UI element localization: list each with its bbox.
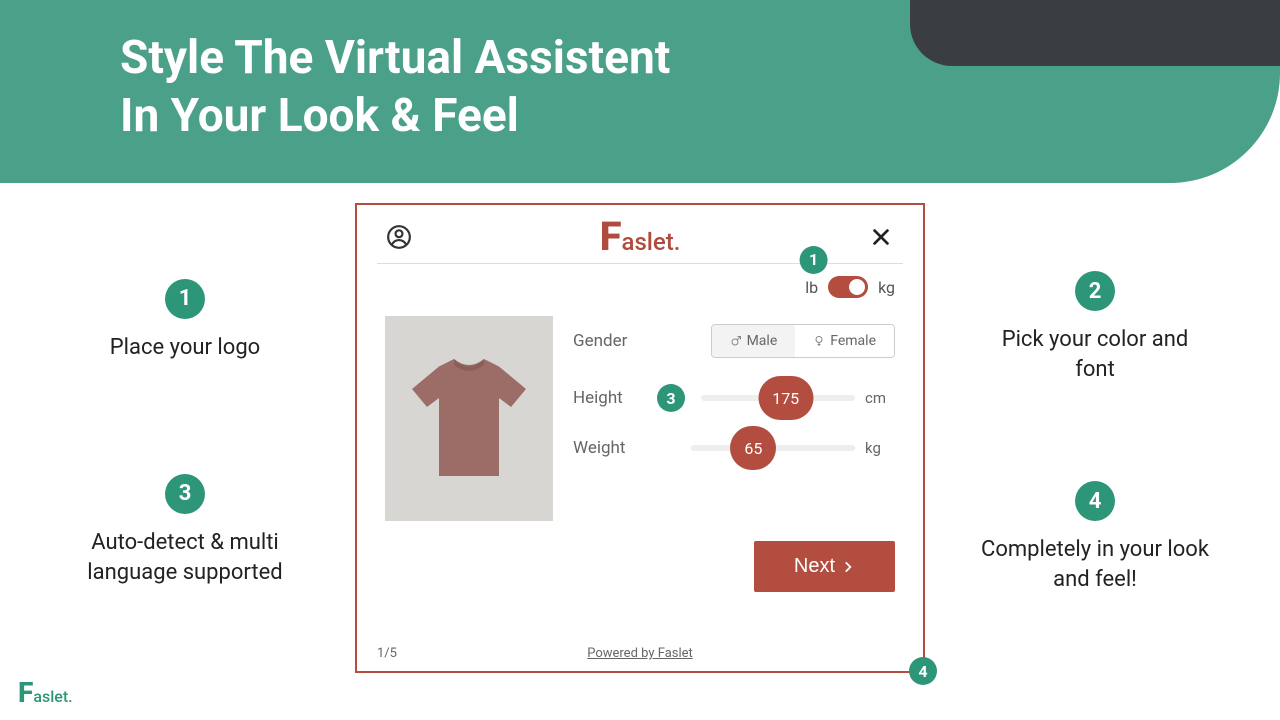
callout-4-text: Completely in your look and feel! — [980, 535, 1210, 594]
powered-by-link[interactable]: Powered by Faslet — [587, 646, 693, 661]
footer-logo-prefix: F — [18, 680, 33, 705]
gender-label: Gender — [573, 331, 643, 351]
unit-kg-label: kg — [878, 278, 895, 297]
product-image — [385, 316, 553, 521]
unit-lb-label: lb — [805, 278, 818, 297]
callout-4-badge: 4 — [1075, 481, 1115, 521]
callout-3: 3 Auto-detect & multi language supported — [70, 474, 300, 587]
weight-slider[interactable]: 65 — [691, 445, 855, 451]
height-row: Height 3 175 cm — [573, 384, 895, 412]
main-row: Gender Male Female — [385, 316, 895, 521]
gender-row: Gender Male Female — [573, 324, 895, 358]
callout-4: 4 Completely in your look and feel! — [980, 481, 1210, 594]
male-icon — [730, 335, 742, 347]
left-callouts: 1 Place your logo 3 Auto-detect & multi … — [60, 203, 310, 703]
form-fields: Gender Male Female — [573, 316, 895, 521]
logo-prefix: F — [600, 219, 622, 255]
callout-2: 2 Pick your color and font — [980, 271, 1210, 384]
callout-1: 1 Place your logo — [110, 279, 260, 363]
next-label: Next — [794, 555, 835, 578]
weight-row: Weight 65 kg — [573, 438, 895, 458]
height-track: 175 — [701, 395, 855, 401]
gender-female-button[interactable]: Female — [795, 325, 894, 357]
callout-1-badge: 1 — [165, 279, 205, 319]
height-knob[interactable]: 175 — [758, 376, 813, 420]
next-row: Next 2 — [385, 541, 895, 592]
pin-4: 4 — [909, 657, 937, 685]
right-callouts: 2 Pick your color and font 4 Completely … — [970, 203, 1220, 703]
pin-1: 1 — [800, 246, 828, 274]
user-icon[interactable] — [385, 223, 413, 251]
logo-text: aslet. — [622, 228, 681, 256]
faslet-logo: Faslet. — [600, 219, 681, 256]
hero-title-line2: In Your Look & Feel — [120, 89, 519, 143]
chevron-right-icon — [841, 560, 855, 574]
callout-3-badge: 3 — [165, 474, 205, 514]
callout-2-badge: 2 — [1075, 271, 1115, 311]
height-unit: cm — [865, 389, 895, 407]
dark-corner-tab — [910, 0, 1280, 66]
weight-unit: kg — [865, 439, 895, 457]
weight-label: Weight — [573, 438, 643, 458]
callout-3-text: Auto-detect & multi language supported — [70, 528, 300, 587]
gender-male-button[interactable]: Male — [712, 325, 796, 357]
widget-header: 1 Faslet. — [357, 205, 923, 263]
widget-footer: 1/5 Powered by Faslet — [357, 636, 923, 671]
callout-1-text: Place your logo — [110, 333, 260, 363]
pin-3: 3 — [657, 384, 685, 412]
hero-banner: Style The Virtual Assistent In Your Look… — [0, 0, 1280, 183]
gender-select: Male Female — [711, 324, 895, 358]
tshirt-icon — [394, 344, 544, 494]
callout-2-text: Pick your color and font — [980, 325, 1210, 384]
footer-brand-logo: Faslet. — [18, 680, 73, 706]
gender-male-label: Male — [747, 333, 778, 349]
footer-logo-text: aslet. — [33, 687, 72, 706]
units-toggle-row: lb kg — [385, 276, 895, 298]
widget-logo: 1 Faslet. — [600, 219, 681, 256]
content-area: 1 Place your logo 3 Auto-detect & multi … — [0, 183, 1280, 703]
hero-title-line1: Style The Virtual Assistent — [120, 31, 670, 85]
close-icon[interactable] — [867, 223, 895, 251]
progress-text: 1/5 — [377, 646, 397, 661]
height-slider[interactable]: 175 — [701, 395, 855, 401]
next-button[interactable]: Next — [754, 541, 895, 592]
units-toggle[interactable] — [828, 276, 868, 298]
weight-track: 65 — [691, 445, 855, 451]
widget-body: lb kg Gender — [357, 264, 923, 636]
gender-female-label: Female — [830, 333, 876, 349]
height-label: Height — [573, 388, 643, 408]
size-assistant-widget: 1 Faslet. lb kg — [355, 203, 925, 673]
weight-knob[interactable]: 65 — [730, 426, 776, 470]
female-icon — [813, 335, 825, 347]
widget-container: 1 Faslet. lb kg — [310, 203, 970, 703]
